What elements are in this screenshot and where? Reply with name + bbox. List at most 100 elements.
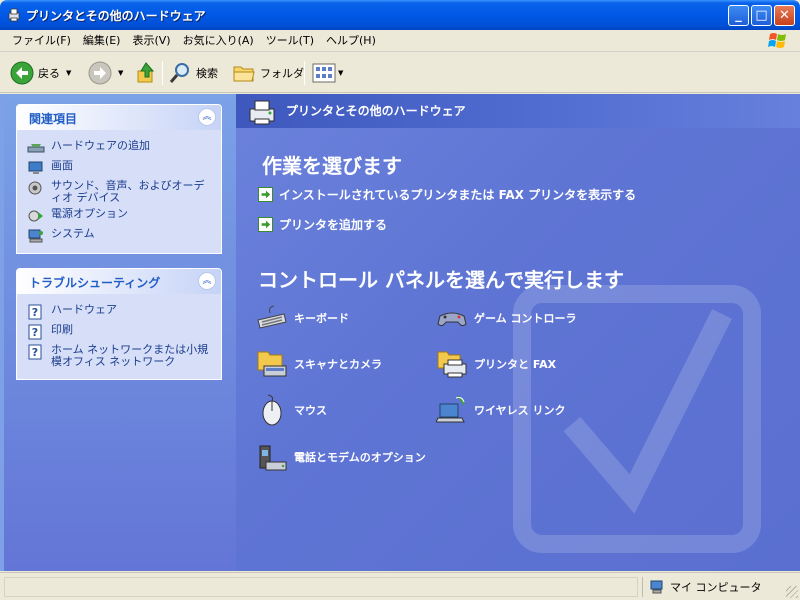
related-list: ハードウェアの追加 画面 サウンド、音声、およびオーディオ デバイス 電源オプシ… <box>17 130 221 256</box>
views-button[interactable]: ▼ <box>312 59 343 87</box>
back-dropdown-icon[interactable]: ▼ <box>66 69 71 77</box>
green-arrow-icon <box>258 187 273 202</box>
menu-view[interactable]: 表示(V) <box>126 30 176 52</box>
status-bar: マイ コンピュータ <box>0 572 800 600</box>
cp-label: 電話とモデムのオプション <box>294 451 426 464</box>
troubleshoot-item-hardware[interactable]: ? ハードウェア <box>27 304 213 320</box>
window-title: プリンタとその他のハードウェア <box>26 9 206 23</box>
back-label: 戻る <box>38 67 60 80</box>
system-icon <box>28 229 43 243</box>
maximize-button[interactable]: □ <box>751 5 772 26</box>
troubleshoot-item-label: ハードウェア <box>51 303 117 316</box>
cp-label: マウス <box>294 404 327 417</box>
close-icon: ✕ <box>779 8 790 23</box>
gamepad-icon <box>437 312 467 327</box>
task-view-printers[interactable]: インストールされているプリンタまたは FAX プリンタを表示する <box>258 186 636 203</box>
related-item-label: サウンド、音声、およびオーディオ デバイス <box>51 179 205 204</box>
related-panel-header[interactable]: 関連項目 ︽ <box>17 105 221 130</box>
resize-grip[interactable] <box>786 586 798 598</box>
troubleshoot-panel-header[interactable]: トラブルシューティング ︽ <box>17 269 221 294</box>
related-item-label: 画面 <box>51 159 73 172</box>
back-button[interactable]: 戻る ▼ <box>10 59 71 87</box>
svg-text:?: ? <box>32 326 38 339</box>
cp-keyboard[interactable]: キーボード <box>256 304 349 332</box>
cp-scanners-cameras[interactable]: スキャナとカメラ <box>256 348 382 380</box>
menu-tools[interactable]: ツール(T) <box>260 30 320 52</box>
status-zone: マイ コンピュータ <box>642 577 794 597</box>
forward-button[interactable]: ▼ <box>88 59 123 87</box>
search-button[interactable]: 検索 <box>168 59 218 87</box>
toolbar-separator <box>304 61 305 85</box>
forward-dropdown-icon[interactable]: ▼ <box>118 69 123 77</box>
views-dropdown-icon[interactable]: ▼ <box>338 69 343 77</box>
up-button[interactable] <box>134 59 158 87</box>
related-item-power[interactable]: 電源オプション <box>27 208 213 224</box>
printer-window-icon <box>8 8 20 22</box>
keyboard-icon <box>257 305 287 329</box>
magnifier-icon <box>169 63 189 83</box>
pick-control-panel-title: コントロール パネルを選んで実行します <box>258 268 624 292</box>
svg-text:?: ? <box>32 346 38 359</box>
troubleshoot-item-network[interactable]: ? ホーム ネットワークまたは小規模オフィス ネットワーク <box>27 344 213 368</box>
task-add-printer[interactable]: プリンタを追加する <box>258 216 387 233</box>
display-icon <box>28 161 43 174</box>
cp-wireless-link[interactable]: ワイヤレス リンク <box>436 394 566 426</box>
phone-modem-icon <box>259 445 287 471</box>
collapse-chevron-icon[interactable]: ︽ <box>198 272 216 290</box>
troubleshoot-panel: トラブルシューティング ︽ ? ハードウェア ? 印刷 ? ホーム ネットワーク… <box>16 268 222 380</box>
related-item-label: 電源オプション <box>51 207 128 220</box>
explorer-content: 関連項目 ︽ ハードウェアの追加 画面 サウンド、音声、およびオーディオ デバイ… <box>0 94 800 571</box>
cp-printers-fax[interactable]: プリンタと FAX <box>436 348 556 380</box>
cp-label: ワイヤレス リンク <box>474 404 566 417</box>
help-icon: ? <box>28 304 42 320</box>
troubleshoot-item-print[interactable]: ? 印刷 <box>27 324 213 340</box>
task-label: インストールされているプリンタまたは FAX プリンタを表示する <box>279 188 637 202</box>
minimize-button[interactable]: _ <box>728 5 749 26</box>
cp-label: ゲーム コントローラ <box>474 312 577 325</box>
related-item-display[interactable]: 画面 <box>27 160 213 176</box>
pick-task-title: 作業を選びます <box>262 154 402 178</box>
status-message-area <box>4 577 638 597</box>
cp-game-controllers[interactable]: ゲーム コントローラ <box>436 304 577 332</box>
title-bar: プリンタとその他のハードウェア _ □ ✕ <box>0 0 800 30</box>
menu-help[interactable]: ヘルプ(H) <box>320 30 382 52</box>
related-item-sound[interactable]: サウンド、音声、およびオーディオ デバイス <box>27 180 213 204</box>
main-pane: プリンタとその他のハードウェア 作業を選びます インストールされているプリンタま… <box>236 94 800 571</box>
help-icon: ? <box>28 344 42 360</box>
mouse-icon <box>262 394 282 426</box>
cp-phone-modem[interactable]: 電話とモデムのオプション <box>256 440 426 474</box>
up-folder-icon <box>137 62 155 83</box>
search-label: 検索 <box>196 67 218 80</box>
related-item-add-hardware[interactable]: ハードウェアの追加 <box>27 140 213 156</box>
speaker-icon <box>28 181 42 195</box>
windows-logo-icon <box>768 33 786 48</box>
help-icon: ? <box>28 324 42 340</box>
printer-fax-icon <box>437 351 467 378</box>
troubleshoot-item-label: ホーム ネットワークまたは小規模オフィス ネットワーク <box>51 343 209 368</box>
wireless-laptop-icon <box>436 395 465 423</box>
forward-arrow-icon <box>88 61 112 85</box>
related-panel: 関連項目 ︽ ハードウェアの追加 画面 サウンド、音声、およびオーディオ デバイ… <box>16 104 222 254</box>
menu-bar: ファイル(F) 編集(E) 表示(V) お気に入り(A) ツール(T) ヘルプ(H) <box>0 30 800 52</box>
back-arrow-icon <box>10 61 34 85</box>
cp-label: キーボード <box>294 312 349 325</box>
folders-label: フォルダ <box>260 67 304 80</box>
category-header: プリンタとその他のハードウェア <box>236 94 800 128</box>
collapse-chevron-icon[interactable]: ︽ <box>198 108 216 126</box>
task-pane: 関連項目 ︽ ハードウェアの追加 画面 サウンド、音声、およびオーディオ デバイ… <box>4 94 236 571</box>
related-item-system[interactable]: システム <box>27 228 213 244</box>
category-title: プリンタとその他のハードウェア <box>286 104 466 118</box>
scanner-camera-icon <box>257 351 287 377</box>
green-arrow-icon <box>258 217 273 232</box>
related-panel-title: 関連項目 <box>29 112 78 126</box>
folders-button[interactable]: フォルダ <box>232 59 304 87</box>
status-location: マイ コンピュータ <box>670 581 762 594</box>
menu-edit[interactable]: 編集(E) <box>77 30 127 52</box>
add-hardware-icon <box>27 144 45 153</box>
minimize-icon: _ <box>735 8 742 23</box>
menu-favorites[interactable]: お気に入り(A) <box>177 30 260 52</box>
menu-file[interactable]: ファイル(F) <box>6 30 77 52</box>
cp-label: プリンタと FAX <box>474 358 557 371</box>
cp-mouse[interactable]: マウス <box>256 394 327 426</box>
close-button[interactable]: ✕ <box>774 5 795 26</box>
